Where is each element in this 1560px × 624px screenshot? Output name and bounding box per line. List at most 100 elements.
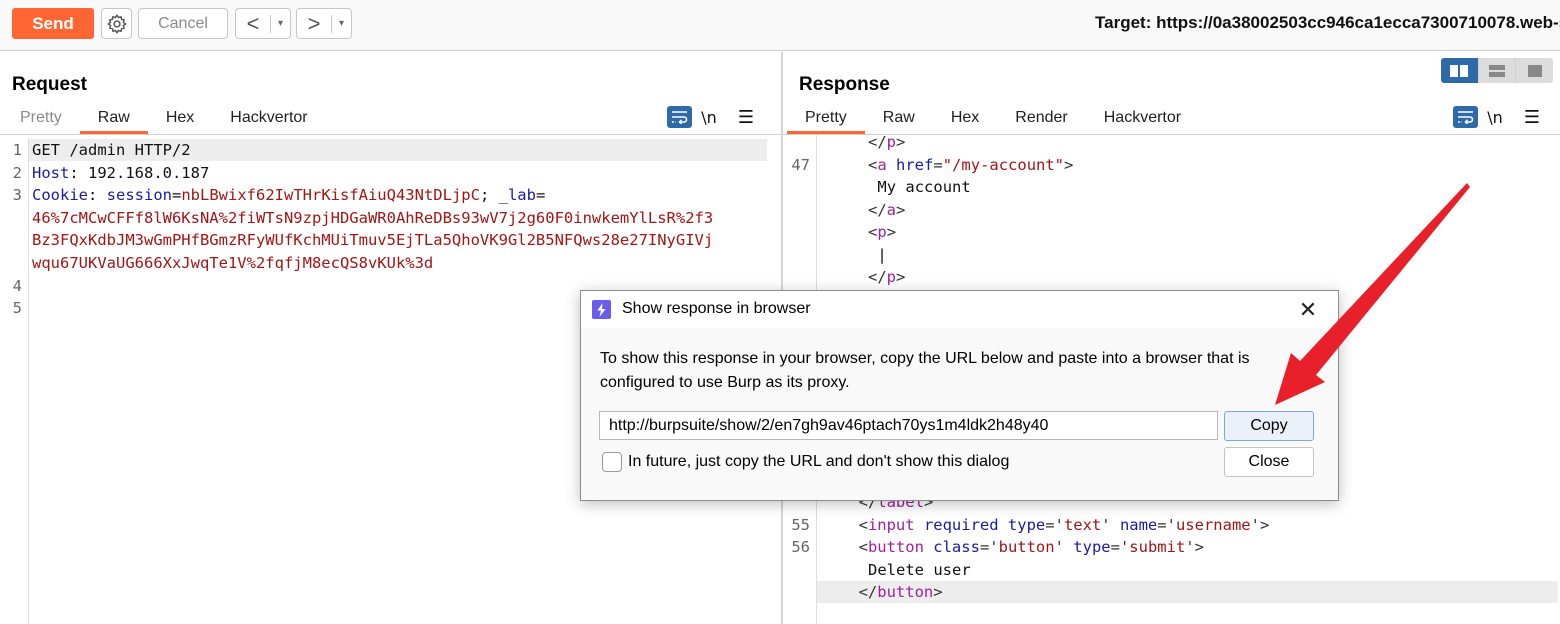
wrap-lines-icon[interactable] — [1453, 106, 1478, 128]
newline-toggle[interactable]: \n — [692, 108, 726, 127]
code-token: My account — [877, 178, 971, 196]
menu-icon[interactable]: ☰ — [1512, 107, 1552, 128]
close-icon[interactable]: ✕ — [1296, 297, 1320, 323]
dialog-titlebar[interactable]: Show response in browser ✕ — [581, 291, 1338, 328]
code-token: username — [1175, 515, 1251, 534]
code-line: <p> — [868, 221, 896, 244]
line-number: 1 — [12, 141, 22, 159]
code-token: 46%7cMCwCFFf8lW6KsNA%2fiWTsN9zpjHDGaWR0A… — [32, 208, 714, 227]
newline-toggle[interactable]: \n — [1478, 108, 1512, 127]
response-title: Response — [799, 74, 890, 95]
code-token: =' — [979, 538, 999, 556]
line-number: 4 — [12, 276, 22, 295]
code-token: session — [106, 186, 172, 205]
layout-stacked-button[interactable] — [1477, 58, 1516, 83]
forward-button-group: > ▾ — [296, 8, 352, 39]
request-tab-hex[interactable]: Hex — [148, 106, 212, 134]
settings-button[interactable] — [101, 8, 132, 39]
line-number: 56 — [791, 538, 810, 556]
code-line: My account — [877, 176, 970, 199]
dont-show-again-checkbox[interactable] — [602, 452, 622, 472]
forward-history-dropdown[interactable]: ▾ — [332, 18, 351, 29]
code-token: < — [868, 223, 878, 241]
target-label[interactable]: Target: https://0a38002503cc946ca1ecca73… — [1095, 13, 1560, 33]
code-line: </p> — [868, 266, 905, 289]
code-line: <a href="/my-account"> — [868, 154, 1073, 177]
code-token: input — [867, 515, 915, 534]
code-token: GET /admin HTTP/2 — [32, 141, 191, 159]
burp-lightning-icon — [592, 300, 611, 319]
back-history-dropdown[interactable]: ▾ — [271, 18, 290, 29]
code-token: '> — [1250, 515, 1270, 534]
code-token: < — [868, 155, 878, 174]
back-button[interactable]: < — [236, 10, 270, 38]
show-response-dialog: Show response in browser ✕ To show this … — [580, 290, 1339, 501]
send-button[interactable]: Send — [12, 8, 94, 39]
code-line: 46%7cMCwCFFf8lW6KsNA%2fiWTsN9zpjHDGaWR0A… — [32, 207, 713, 230]
request-tab-raw[interactable]: Raw — [79, 106, 148, 134]
code-token: _lab — [498, 186, 536, 205]
single-pane-icon — [1527, 64, 1542, 77]
line-number: 2 — [12, 163, 22, 182]
wrap-lines-icon[interactable] — [667, 106, 692, 128]
code-token: "/my-account" — [942, 155, 1065, 174]
close-button[interactable]: Close — [1224, 447, 1314, 477]
code-token: </ — [868, 133, 887, 151]
code-token: name — [1110, 515, 1158, 534]
line-number: 3 — [12, 186, 22, 205]
code-token: > — [1064, 155, 1074, 174]
code-token: submit — [1129, 538, 1186, 556]
code-token: a — [877, 155, 887, 174]
code-token: button — [877, 583, 934, 601]
tabs-divider — [0, 134, 781, 135]
code-token: < — [858, 538, 868, 556]
code-token: nbLBwixf62IwTHrKisfAiuQ43NtDLjpC — [181, 186, 480, 205]
menu-icon[interactable]: ☰ — [726, 107, 766, 128]
code-line: </button> — [859, 581, 943, 604]
code-token: Cookie — [32, 186, 88, 205]
request-editor-tools: \n ☰ — [667, 106, 766, 128]
dont-show-again-label[interactable]: In future, just copy the URL and don't s… — [628, 453, 1009, 471]
rows-icon — [1489, 64, 1505, 77]
code-token: > — [896, 133, 906, 151]
code-line: </a> — [868, 199, 905, 222]
top-toolbar: Send Cancel < ▾ > ▾ Target: https://0a38… — [0, 0, 1560, 51]
code-token: Delete user — [868, 560, 971, 579]
code-token: =' — [1045, 515, 1064, 534]
code-token: > — [933, 583, 943, 601]
code-token: = — [535, 186, 546, 205]
code-line: wqu67UKVaUG666XxJwqTe1V%2fqfjM8ecQS8vKUk… — [32, 252, 433, 275]
code-token: p — [877, 223, 887, 241]
forward-button[interactable]: > — [297, 10, 331, 38]
layout-single-button[interactable] — [1515, 58, 1553, 83]
gear-icon — [106, 13, 127, 34]
code-line: Cookie: session=nbLBwixf62IwTHrKisfAiuQ4… — [32, 184, 545, 207]
code-token: required type — [914, 515, 1046, 534]
copy-button[interactable]: Copy — [1224, 411, 1314, 441]
code-token: Bz3FQxKdbJM3wGmPHfBGmzRFyWUfKchMUiTmuv5E… — [32, 231, 714, 250]
code-token: button — [998, 538, 1055, 556]
code-token: > — [896, 200, 906, 219]
code-token: href — [886, 155, 934, 174]
layout-side-by-side-button[interactable] — [1441, 58, 1478, 83]
cancel-button[interactable]: Cancel — [138, 8, 228, 39]
columns-icon — [1450, 64, 1469, 77]
code-token: > — [886, 223, 897, 241]
code-token: ; — [479, 186, 499, 205]
dialog-title: Show response in browser — [622, 300, 811, 317]
code-token: =' — [1110, 538, 1130, 556]
code-token: > — [896, 268, 906, 286]
code-token: class — [923, 538, 980, 556]
code-token: : 192.168.0.187 — [69, 163, 210, 182]
code-token: = — [933, 155, 943, 174]
code-token: = — [172, 186, 182, 205]
code-token: wqu67UKVaUG666XxJwqTe1V%2fqfjM8ecQS8vKUk… — [32, 254, 434, 272]
code-token: a — [886, 200, 897, 219]
code-token: button — [867, 538, 924, 556]
request-tab-pretty[interactable]: Pretty — [2, 106, 80, 134]
request-tab-hackvertor[interactable]: Hackvertor — [212, 106, 325, 134]
url-field[interactable] — [599, 411, 1218, 440]
code-token: p — [886, 133, 897, 151]
response-editor-tools: \n ☰ — [1453, 106, 1552, 128]
code-token: </ — [858, 583, 878, 601]
